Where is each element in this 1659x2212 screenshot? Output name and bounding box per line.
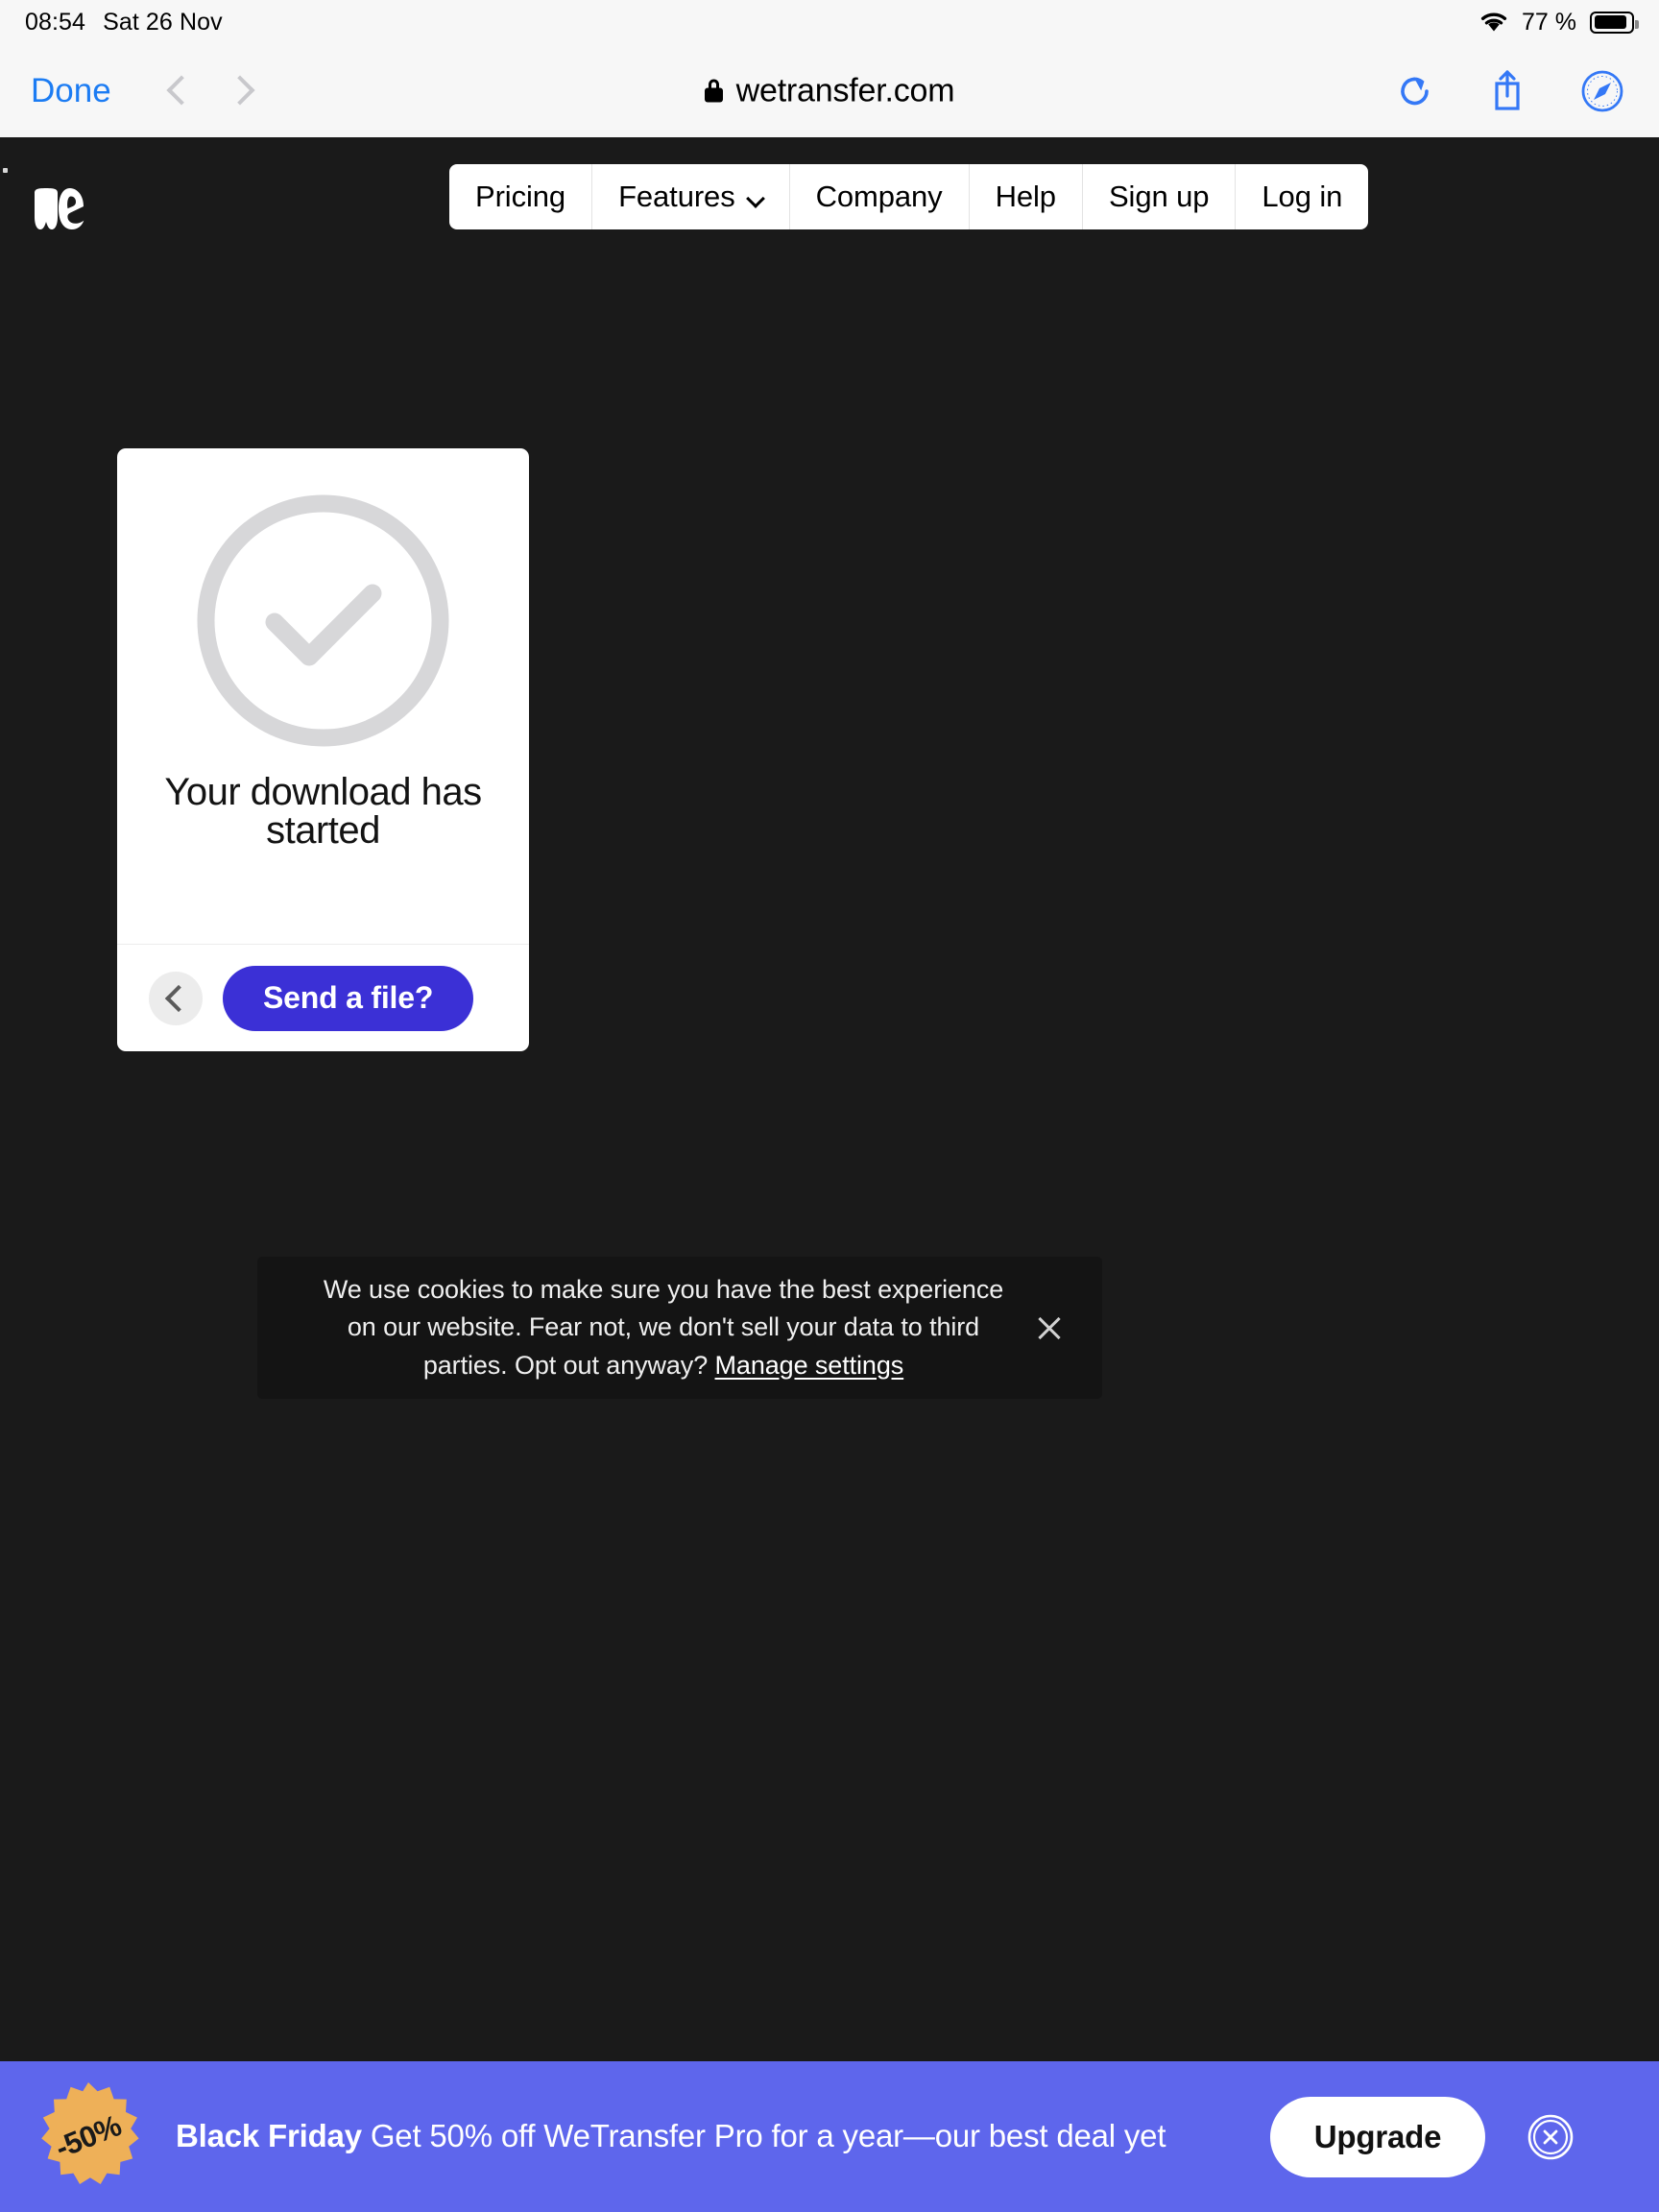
download-card-title: Your download has started <box>132 773 514 850</box>
download-card-title-line2: started <box>266 809 380 852</box>
nav-item-label: Sign up <box>1108 180 1210 213</box>
promo-banner-headline: Black Friday <box>176 2118 362 2154</box>
wetransfer-logo[interactable] <box>33 187 108 231</box>
nav-item-pricing[interactable]: Pricing <box>449 164 593 229</box>
battery-percent-label: 77 % <box>1522 8 1576 36</box>
status-time: 08:54 <box>25 8 86 36</box>
download-card-title-line1: Your download has <box>164 771 482 813</box>
nav-item-help[interactable]: Help <box>970 164 1083 229</box>
reload-icon[interactable] <box>1396 70 1434 112</box>
promo-banner-text: Black Friday Get 50% off WeTransfer Pro … <box>176 2114 1270 2159</box>
upgrade-button[interactable]: Upgrade <box>1270 2096 1485 2177</box>
wifi-icon <box>1480 12 1507 32</box>
url-text: wetransfer.com <box>735 72 955 108</box>
promo-banner-subtext: Get 50% off WeTransfer Pro for a year—ou… <box>361 2118 1166 2154</box>
cookie-banner: We use cookies to make sure you have the… <box>257 1257 1102 1399</box>
nav-item-label: Log in <box>1262 180 1343 213</box>
done-button[interactable]: Done <box>31 72 111 110</box>
cookie-banner-close-button[interactable] <box>1029 1308 1070 1348</box>
share-icon[interactable] <box>1488 67 1527 115</box>
toolbar-actions <box>1396 67 1624 115</box>
status-date: Sat 26 Nov <box>103 8 223 36</box>
status-bar-right: 77 % <box>1478 8 1639 36</box>
manage-settings-link[interactable]: Manage settings <box>715 1351 904 1380</box>
nav-item-features[interactable]: Features <box>592 164 790 229</box>
ipad-safari-screen: 08:54 Sat 26 Nov 77 % Done wetransfer.co… <box>0 0 1659 2212</box>
discount-badge: -50% <box>32 2080 145 2194</box>
lock-icon <box>704 79 723 103</box>
chevron-down-icon <box>748 195 763 204</box>
safari-compass-icon[interactable] <box>1580 69 1624 113</box>
site-navigation: Pricing Features Company Help Sign up Lo… <box>449 164 1369 229</box>
promo-banner-close-button[interactable] <box>1526 2112 1575 2162</box>
nav-item-company[interactable]: Company <box>790 164 970 229</box>
nav-item-sign-up[interactable]: Sign up <box>1083 164 1237 229</box>
browser-nav-buttons <box>168 74 251 108</box>
battery-icon <box>1590 11 1639 34</box>
nav-item-label: Features <box>618 180 735 213</box>
promo-banner: -50% Black Friday Get 50% off WeTransfer… <box>0 2061 1659 2212</box>
webpage-viewport: Pricing Features Company Help Sign up Lo… <box>0 137 1659 2212</box>
ios-status-bar: 08:54 Sat 26 Nov 77 % <box>0 0 1659 44</box>
nav-item-label: Company <box>815 180 943 213</box>
download-card-body: Your download has started <box>117 448 529 944</box>
cookie-banner-text: We use cookies to make sure you have the… <box>290 1271 1012 1383</box>
forward-button[interactable] <box>229 74 251 108</box>
nav-item-log-in[interactable]: Log in <box>1236 164 1368 229</box>
nav-item-label: Pricing <box>475 180 566 213</box>
page-artifact-dot <box>3 168 8 173</box>
card-back-button[interactable] <box>149 971 203 1025</box>
download-card-footer: Send a file? <box>117 945 529 1051</box>
check-circle-icon <box>196 493 450 748</box>
back-button[interactable] <box>168 74 189 108</box>
nav-item-label: Help <box>995 180 1056 213</box>
download-card: Your download has started Send a file? <box>117 448 529 1051</box>
send-a-file-button[interactable]: Send a file? <box>223 965 474 1031</box>
status-bar-left: 08:54 Sat 26 Nov <box>25 9 223 36</box>
chevron-left-icon <box>164 984 192 1012</box>
safari-toolbar: Done wetransfer.com <box>0 44 1659 137</box>
